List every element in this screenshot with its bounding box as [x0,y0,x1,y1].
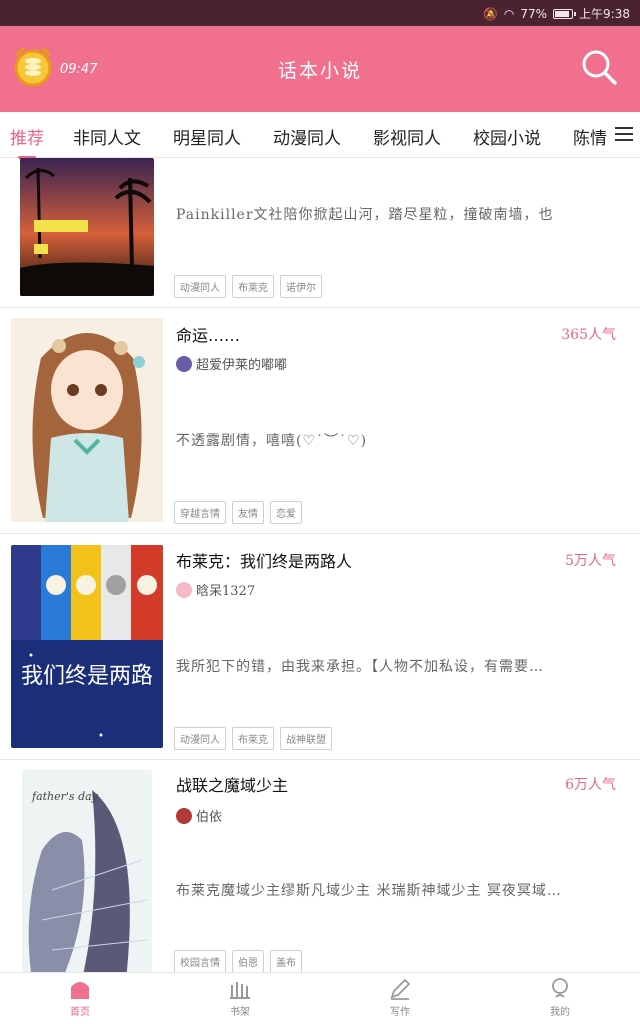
category-tabs: 推荐 非同人文 明星同人 动漫同人 影视同人 校园小说 陈情 [0,112,640,159]
book-cover [20,158,154,296]
pen-icon [390,978,411,1000]
book-cover: 我们终是两路 [11,545,163,748]
nav-label: 首页 [70,1007,90,1018]
menu-icon[interactable] [614,126,634,142]
cover-text: father's day [31,790,99,803]
app-title: 话本小说 [277,60,362,82]
status-bar: 🔕 ◠ 77% 上午9:38 [0,0,640,26]
nav-label: 我的 [550,1007,570,1018]
tab-anime-fanfic[interactable]: 动漫同人 [273,124,341,149]
book-cover [11,318,163,522]
novel-title[interactable]: 布莱克：我们终是两路人 [176,548,352,572]
tag-list: 动漫同人 布莱克 诺伊尔 [174,275,322,298]
author-name: 晗呆1327 [196,584,256,599]
bottom-nav: 首页 书架 写作 我的 [0,972,640,1024]
battery-icon [553,8,577,19]
tab-campus-novel[interactable]: 校园小说 [473,124,541,149]
tab-star-fanfic[interactable]: 明星同人 [173,124,241,149]
popularity-count: 365人气 [561,327,616,343]
list-item[interactable]: 命运…… 365人气 超爱伊莱的嘟嘟 不透露剧情，嘻嘻(♡˙︶˙♡) 穿越言情 … [0,308,640,534]
tag[interactable]: 盖布 [270,950,302,972]
tag[interactable]: 动漫同人 [174,275,226,298]
wifi-icon: ◠ [503,6,515,21]
battery-percent: 77% [520,6,548,21]
tab-non-fanfic[interactable]: 非同人文 [73,124,141,149]
tag[interactable]: 伯恩 [232,950,264,972]
profile-icon [552,978,568,998]
tab-chenqing[interactable]: 陈情 [573,124,607,149]
tag[interactable]: 战神联盟 [280,727,332,750]
avatar [176,581,192,598]
author[interactable]: 超爱伊莱的嘟嘟 [176,354,287,373]
list-item[interactable]: 我们终是两路 布莱克：我们终是两路人 5万人气 晗呆1327 我所犯下的错，由我… [0,534,640,760]
tag[interactable]: 布莱克 [232,275,274,298]
tag-list: 穿越言情 友情 恋爱 [174,501,302,524]
avatar [176,355,192,372]
novel-description: 我所犯下的错，由我来承担。【人物不加私设，有需要… [176,659,544,675]
app-header: 09:47 话本小说 [0,26,640,112]
tag[interactable]: 穿越言情 [174,501,226,524]
novel-description: 不透露剧情，嘻嘻(♡˙︶˙♡) [176,433,368,449]
tag[interactable]: 布莱克 [232,727,274,750]
author[interactable]: 晗呆1327 [176,580,255,599]
cover-text: 我们终是两路 [21,664,153,689]
tab-recommend[interactable]: 推荐 [10,124,44,159]
list-item[interactable]: father's day 战联之魔域少主 6万人气 伯依 布莱克魔域少主缪斯凡域… [0,760,640,972]
mute-icon: 🔕 [482,6,498,21]
popularity-count: 6万人气 [565,777,616,793]
popularity-count: 5万人气 [565,553,616,569]
status-right: 🔕 ◠ 77% 上午9:38 [483,5,630,22]
author-name: 超爱伊莱的嘟嘟 [196,358,288,373]
tag[interactable]: 动漫同人 [174,727,226,750]
novel-title[interactable]: 命运…… [176,322,240,346]
status-time: 上午9:38 [579,7,630,21]
tag-list: 动漫同人 布莱克 战神联盟 [174,727,332,750]
novel-title[interactable]: 战联之魔域少主 [176,772,288,796]
home-icon [71,982,89,999]
nav-bookshelf[interactable]: 书架 [200,977,280,1018]
tag[interactable]: 友情 [232,501,264,524]
nav-write[interactable]: 写作 [360,977,440,1018]
avatar [176,807,192,824]
novel-description: Painkiller文社陪你掀起山河，踏尽星粒，撞破南墙，也 [176,207,554,223]
tab-film-fanfic[interactable]: 影视同人 [373,124,441,149]
tag[interactable]: 诺伊尔 [280,275,322,298]
bookshelf-icon [230,982,250,999]
author[interactable]: 伯依 [176,806,222,825]
tag[interactable]: 校园言情 [174,950,226,972]
novel-feed: Painkiller文社陪你掀起山河，踏尽星粒，撞破南墙，也 动漫同人 布莱克 … [0,158,640,972]
tag-list: 校园言情 伯恩 盖布 [174,950,302,972]
search-icon[interactable] [580,48,618,86]
list-item[interactable]: Painkiller文社陪你掀起山河，踏尽星粒，撞破南墙，也 动漫同人 布莱克 … [0,158,640,308]
nav-home[interactable]: 首页 [40,977,120,1018]
nav-label: 书架 [230,1007,250,1018]
tag[interactable]: 恋爱 [270,501,302,524]
book-cover: father's day [22,770,152,972]
nav-label: 写作 [390,1007,410,1018]
nav-profile[interactable]: 我的 [520,977,600,1018]
author-name: 伯依 [196,810,223,825]
novel-description: 布莱克魔域少主缪斯凡域少主 米瑞斯神域少主 冥夜冥域… [176,883,562,899]
